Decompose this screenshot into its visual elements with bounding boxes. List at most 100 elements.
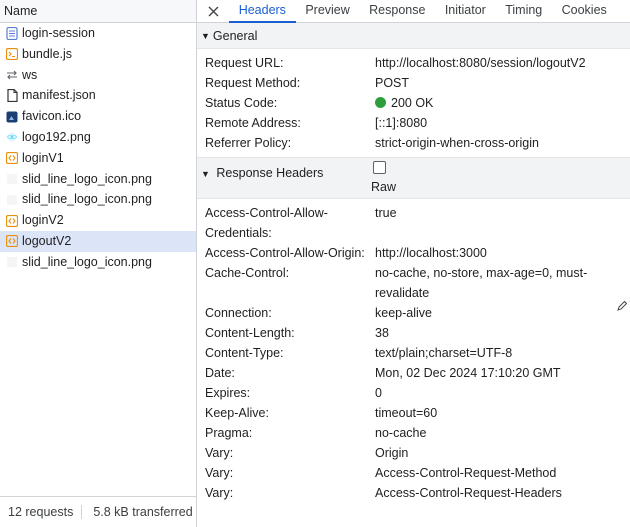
request-name: logoutV2 — [22, 233, 72, 248]
raw-checkbox[interactable] — [373, 161, 386, 174]
tab-timing[interactable]: Timing — [496, 0, 552, 22]
header-value: http://localhost:8080/session/logoutV2 — [375, 56, 586, 70]
response-headers-title-wrap: ▼ Response Headers — [201, 166, 323, 180]
header-row: Keep-Alive: timeout=60 — [197, 403, 630, 423]
request-count: 12 requests — [0, 505, 83, 519]
header-value: POST — [375, 76, 410, 90]
request-row[interactable]: logoutV2 — [0, 230, 196, 252]
pencil-icon[interactable] — [616, 300, 628, 315]
header-key: Content-Length: — [205, 326, 295, 340]
request-row[interactable]: loginV2 — [0, 210, 196, 231]
request-name: favicon.ico — [22, 109, 82, 124]
general-rows: Request URL: http://localhost:8080/sessio… — [197, 49, 630, 157]
header-value: timeout=60 — [375, 406, 438, 420]
header-value: Origin — [375, 446, 409, 460]
request-row[interactable]: slid_line_logo_icon.png — [0, 169, 196, 190]
header-row: Request URL: http://localhost:8080/sessio… — [197, 53, 630, 73]
general-section-header[interactable]: ▼ General — [197, 23, 630, 49]
header-value: Access-Control-Request-Headers — [375, 486, 562, 500]
triangle-down-icon: ▼ — [201, 169, 210, 179]
request-row[interactable]: bundle.js — [0, 44, 196, 65]
react-logo-icon — [4, 129, 20, 145]
request-name: loginV2 — [22, 213, 64, 228]
header-value: true — [375, 206, 397, 220]
request-row[interactable]: ws — [0, 65, 196, 86]
header-row: Access-Control-Allow-Credentials: true — [197, 203, 630, 243]
header-value: [::1]:8080 — [375, 116, 428, 130]
header-key: Pragma: — [205, 426, 253, 440]
header-row: Content-Length: 38 — [197, 323, 630, 343]
header-row: Expires: 0 — [197, 383, 630, 403]
request-row[interactable]: loginV1 — [0, 148, 196, 169]
header-key: Vary: — [205, 446, 234, 460]
header-row: Vary: Access-Control-Request-Headers — [197, 483, 630, 503]
header-row: Pragma: no-cache — [197, 423, 630, 443]
header-row: Connection: keep-alive — [197, 303, 630, 323]
tab-response[interactable]: Response — [359, 0, 435, 22]
name-column-header[interactable]: Name — [0, 0, 196, 23]
websocket-arrows-icon — [4, 67, 20, 83]
tab-preview[interactable]: Preview — [296, 0, 360, 22]
tab-headers[interactable]: Headers — [229, 0, 296, 23]
document-icon — [4, 25, 20, 41]
response-header-rows: Access-Control-Allow-Credentials: true Acc… — [197, 199, 630, 503]
request-row[interactable]: manifest.json — [0, 85, 196, 106]
response-headers-section-header[interactable]: ▼ Response Headers Raw — [197, 157, 630, 199]
header-value: Mon, 02 Dec 2024 17:10:20 GMT — [375, 366, 561, 380]
header-key: Keep-Alive: — [205, 406, 269, 420]
detail-tabbar: Headers Preview Response Initiator Timing Coo… — [197, 0, 630, 23]
request-name: slid_line_logo_icon.png — [22, 171, 152, 186]
blank-image-icon — [4, 192, 20, 208]
header-value: no-cache — [375, 426, 427, 440]
blank-image-icon — [4, 171, 20, 187]
header-key: Request URL: — [205, 56, 284, 70]
close-detail-button[interactable] — [197, 0, 229, 22]
fetch-icon — [4, 233, 20, 249]
header-key: Cache-Control: — [205, 266, 290, 280]
response-headers-title: Response Headers — [216, 166, 324, 180]
general-section-title: General — [212, 28, 258, 43]
header-row: Status Code: 200 OK — [197, 93, 630, 113]
transferred-size: 5.8 kB transferred — [93, 505, 193, 519]
tab-cookies[interactable]: Cookies — [552, 0, 617, 22]
header-value: strict-origin-when-cross-origin — [375, 136, 539, 150]
header-row: Remote Address: [::1]:8080 — [197, 113, 630, 133]
header-key: Referrer Policy: — [205, 136, 292, 150]
header-value: http://localhost:3000 — [375, 246, 487, 260]
request-detail-panel: Headers Preview Response Initiator Timing Coo… — [197, 0, 630, 527]
header-key: Vary: — [205, 466, 234, 480]
header-key: Expires: — [205, 386, 251, 400]
request-name: bundle.js — [22, 46, 73, 61]
header-value: 38 — [375, 326, 389, 340]
request-list-panel: Name login-session bundle.js ws manifest.js… — [0, 0, 197, 527]
script-file-icon — [4, 46, 20, 62]
raw-label: Raw — [371, 180, 397, 194]
header-value: no-cache, no-store, max-age=0, must-reva… — [375, 266, 588, 300]
header-key: Connection: — [205, 306, 272, 320]
request-list: login-session bundle.js ws manifest.json fav… — [0, 23, 196, 273]
close-icon — [208, 6, 218, 16]
status-ok-dot-icon — [375, 97, 386, 108]
tab-initiator[interactable]: Initiator — [435, 0, 495, 22]
request-row[interactable]: slid_line_logo_icon.png — [0, 189, 196, 210]
request-row[interactable]: logo192.png — [0, 127, 196, 148]
header-value: keep-alive — [375, 306, 432, 320]
request-row[interactable]: slid_line_logo_icon.png — [0, 252, 196, 273]
header-row: Vary: Access-Control-Request-Method — [197, 463, 630, 483]
blank-image-icon — [4, 254, 20, 270]
header-value: Access-Control-Request-Method — [375, 466, 557, 480]
request-name: login-session — [22, 26, 95, 40]
request-name: slid_line_logo_icon.png — [22, 254, 152, 269]
header-row: Date: Mon, 02 Dec 2024 17:10:20 GMT — [197, 363, 630, 383]
header-key: Content-Type: — [205, 346, 284, 360]
request-name: loginV1 — [22, 150, 64, 165]
request-row[interactable]: favicon.ico — [0, 106, 196, 127]
header-row: Referrer Policy: strict-origin-when-cross… — [197, 133, 630, 153]
header-key: Access-Control-Allow-Origin: — [205, 246, 365, 260]
status-footer: 12 requests 5.8 kB transferred — [0, 496, 196, 527]
name-column-label: Name — [4, 4, 38, 18]
header-row: Content-Type: text/plain;charset=UTF-8 — [197, 343, 630, 363]
status-code-text: 200 OK — [391, 96, 434, 110]
header-row: Access-Control-Allow-Origin: http://local… — [197, 243, 630, 263]
request-row[interactable]: login-session — [0, 23, 196, 44]
